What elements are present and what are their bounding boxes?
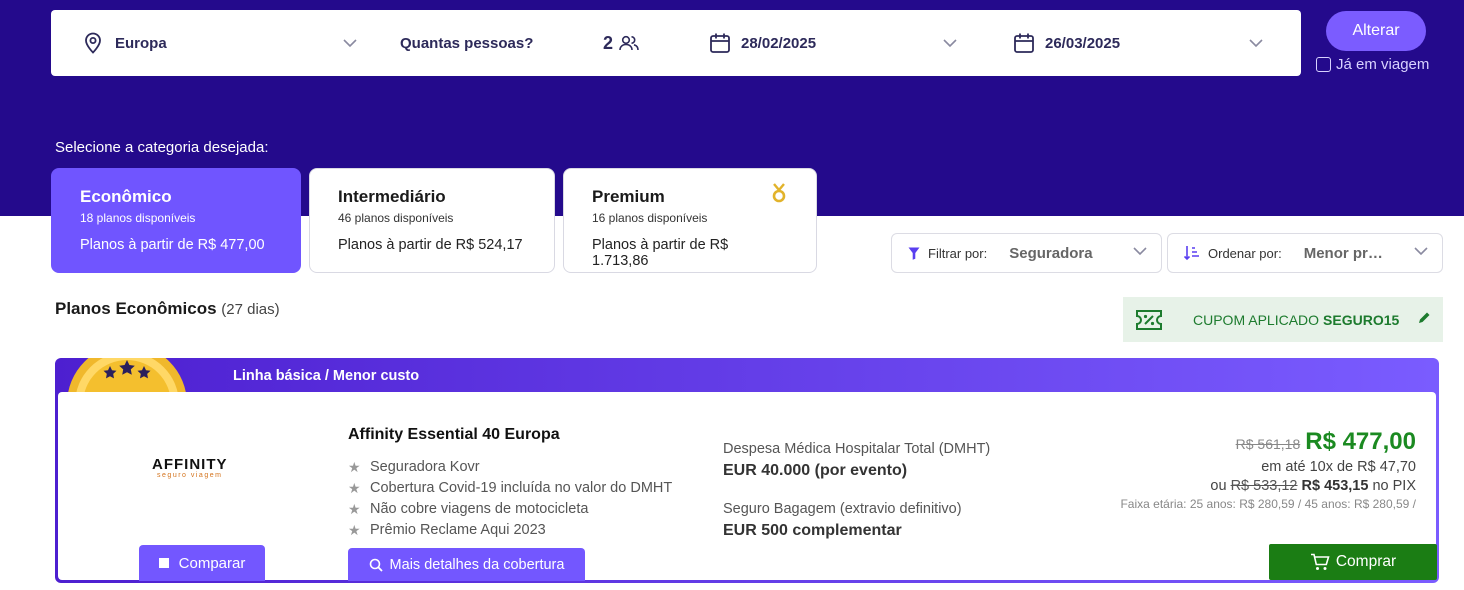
pix-price: ou R$ 533,12 R$ 453,15 no PIX: [1120, 478, 1416, 494]
plans-days: (27 dias): [221, 301, 280, 318]
star-icon: ★: [348, 458, 361, 475]
filter-value: Seguradora: [1009, 244, 1093, 262]
buy-label: Comprar: [1335, 553, 1397, 570]
chevron-down-icon: [1249, 38, 1263, 47]
details-label: Mais detalhes da cobertura: [389, 556, 565, 573]
coupon-code: SEGURO15: [1323, 311, 1400, 328]
category-count: 18 planos disponíveis: [80, 211, 196, 225]
filter-select[interactable]: Filtrar por: Seguradora: [891, 233, 1162, 273]
feature-item: ★ Cobertura Covid-19 incluída no valor do…: [348, 477, 672, 498]
destination-value: Europa: [115, 34, 167, 52]
star-icon: ★: [348, 479, 361, 496]
funnel-icon: [908, 247, 920, 260]
star-icon: ★: [348, 521, 361, 538]
people-label: Quantas pessoas?: [400, 34, 534, 52]
buy-button[interactable]: Comprar: [1269, 544, 1437, 580]
plans-title: Planos Econômicos: [55, 299, 217, 318]
already-traveling-checkbox[interactable]: [1316, 57, 1331, 72]
already-traveling-label: Já em viagem: [1336, 56, 1430, 73]
category-name: Intermediário: [338, 187, 446, 206]
coverage-amount: EUR 500 complementar: [723, 522, 902, 539]
price-block: R$ 561,18 R$ 477,00 em até 10x de R$ 47,…: [1120, 428, 1416, 511]
coupon-ticket-icon: [1135, 309, 1163, 331]
feature-text: Não cobre viagens de motocicleta: [370, 500, 589, 517]
category-price: Planos à partir de R$ 524,17: [338, 237, 523, 253]
feature-text: Seguradora Kovr: [370, 458, 480, 475]
calendar-icon: [710, 33, 730, 53]
chevron-down-icon: [343, 38, 357, 47]
pix-new-price: R$ 453,15: [1301, 478, 1369, 494]
star-icon: ★: [348, 500, 361, 517]
chevron-down-icon: [1414, 247, 1428, 256]
coverage-amount: EUR 40.000 (por evento): [723, 462, 908, 479]
category-prompt: Selecione a categoria desejada:: [55, 139, 269, 156]
category-card-economico[interactable]: Econômico 18 planos disponíveis Planos à…: [51, 168, 301, 273]
price-old: R$ 561,18: [1235, 436, 1301, 452]
category-count: 46 planos disponíveis: [338, 211, 454, 225]
calendar-icon: [1014, 33, 1034, 53]
end-date-select[interactable]: 26/03/2025: [1013, 10, 1263, 76]
already-traveling-toggle[interactable]: Já em viagem: [1316, 56, 1429, 73]
coverage-dmht: Despesa Médica Hospitalar Total (DMHT) E…: [723, 441, 990, 480]
medal-icon: [772, 183, 786, 203]
people-count: 2: [603, 32, 614, 53]
compare-label: Comparar: [178, 554, 246, 572]
category-name: Premium: [592, 187, 665, 206]
sort-value: Menor preço: [1303, 244, 1390, 262]
pix-prefix: ou: [1210, 478, 1227, 494]
chevron-down-icon: [943, 38, 957, 47]
pix-old-price: R$ 533,12: [1230, 478, 1298, 494]
installments-text: em até 10x de R$ 47,70: [1261, 459, 1416, 475]
category-count: 16 planos disponíveis: [592, 211, 708, 225]
price-main: R$ 477,00: [1305, 428, 1416, 455]
plan-body: AFFINITY seguro viagem Comparar Affinity…: [58, 392, 1437, 581]
filter-label: Filtrar por:: [928, 245, 988, 261]
sort-select[interactable]: Ordenar por: Menor preço: [1167, 233, 1443, 273]
plan-card: Linha básica / Menor custo AFFINITY segu…: [55, 358, 1439, 583]
coverage-label: Despesa Médica Hospitalar Total (DMHT): [723, 441, 991, 457]
coverage-label: Seguro Bagagem (extravio definitivo): [723, 501, 962, 517]
end-date-value: 26/03/2025: [1045, 34, 1121, 52]
compare-button[interactable]: Comparar: [139, 545, 265, 581]
plan-name: Affinity Essential 40 Europa: [348, 426, 560, 443]
people-icon: [619, 35, 639, 51]
alter-search-button[interactable]: Alterar: [1326, 11, 1426, 51]
category-price: Planos à partir de R$ 477,00: [80, 237, 265, 253]
coverage-details-button[interactable]: Mais detalhes da cobertura: [348, 548, 585, 581]
feature-text: Prêmio Reclame Aqui 2023: [370, 521, 546, 538]
insurer-logo: AFFINITY seguro viagem: [152, 456, 228, 479]
sort-icon: [1184, 245, 1200, 261]
plan-features: ★ Seguradora Kovr ★ Cobertura Covid-19 inc…: [348, 456, 672, 540]
age-range-prices: Faixa etária: 25 anos: R$ 280,59 / 45 an…: [1120, 497, 1416, 511]
feature-text: Cobertura Covid-19 incluída no valor do …: [370, 479, 673, 496]
edit-pencil-icon[interactable]: [1417, 311, 1431, 325]
sort-label: Ordenar por:: [1208, 245, 1282, 261]
start-date-select[interactable]: 28/02/2025: [709, 10, 959, 76]
feature-item: ★ Seguradora Kovr: [348, 456, 672, 477]
pix-suffix: no PIX: [1372, 478, 1416, 494]
coupon-text: CUPOM APLICADO: [1193, 311, 1320, 328]
plans-heading: Planos Econômicos (27 dias): [55, 299, 280, 319]
coverage-baggage: Seguro Bagagem (extravio definitivo) EUR…: [723, 501, 962, 540]
category-card-intermediario[interactable]: Intermediário 46 planos disponíveis Plan…: [309, 168, 555, 273]
category-price: Planos à partir de R$ 1.713,86: [592, 237, 729, 269]
cart-icon: [1310, 553, 1330, 570]
start-date-value: 28/02/2025: [741, 34, 817, 52]
coupon-banner: CUPOM APLICADO SEGURO15: [1123, 297, 1443, 342]
feature-item: ★ Prêmio Reclame Aqui 2023: [348, 519, 672, 540]
chevron-down-icon: [1133, 247, 1147, 256]
category-name: Econômico: [80, 187, 172, 206]
feature-item: ★ Não cobre viagens de motocicleta: [348, 498, 672, 519]
plan-line-label: Linha básica / Menor custo: [233, 368, 420, 384]
logo-sub-text: seguro viagem: [157, 472, 223, 479]
search-bar: Europa Quantas pessoas? 2 28/02/2025 26/…: [51, 10, 1301, 76]
checkbox-square-icon: [158, 558, 169, 568]
logo-main-text: AFFINITY: [152, 456, 228, 473]
search-icon: [369, 558, 383, 572]
category-card-premium[interactable]: Premium 16 planos disponíveis Planos à p…: [563, 168, 817, 273]
people-counter[interactable]: 2: [603, 10, 639, 76]
location-pin-icon: [85, 32, 101, 54]
destination-select[interactable]: Europa: [83, 10, 357, 76]
